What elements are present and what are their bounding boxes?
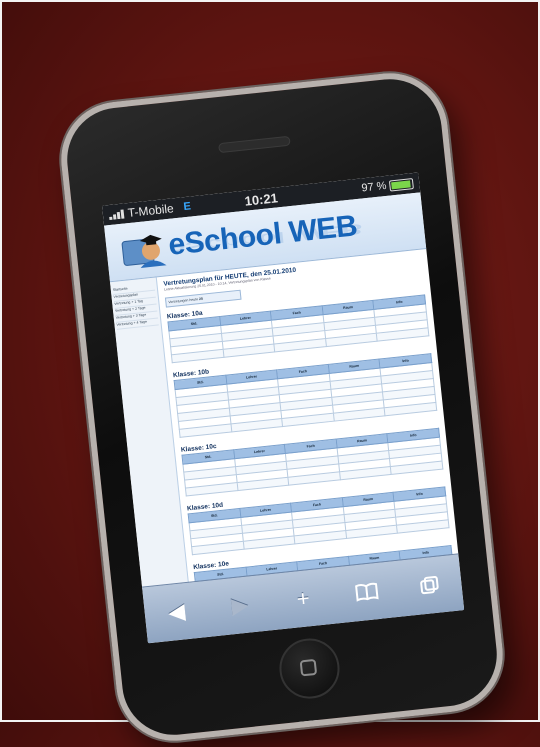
graduate-logo-icon [121, 234, 167, 269]
phone: T-Mobile E 10:21 97 % eSchool WEB eSchoo… [55, 67, 509, 747]
class-schedules: Klasse: 10a Std. Lehrer Fach Raum Info Klasse:… [167, 286, 459, 584]
forward-icon: ▶ [230, 591, 250, 619]
home-button[interactable] [276, 635, 343, 702]
main-content: Vertretungsplan für HEUTE, den 25.01.201… [157, 249, 459, 584]
page-content: Startseite Vertretungsplan Vertretung + … [110, 249, 458, 589]
bookmarks-button[interactable] [350, 576, 383, 609]
add-bookmark-button[interactable]: + [287, 582, 320, 615]
back-icon: ◀ [166, 598, 187, 625]
phone-screen: T-Mobile E 10:21 97 % eSchool WEB eSchoo… [101, 172, 465, 644]
earpiece-speaker [218, 135, 291, 154]
filter-label: Vertretungen heute [168, 297, 199, 305]
back-button[interactable]: ◀ [160, 596, 193, 629]
home-square-icon [299, 658, 318, 677]
add-icon: + [295, 585, 311, 612]
pages-icon [420, 575, 439, 595]
forward-button[interactable]: ▶ [223, 589, 256, 622]
bookmarks-icon [354, 582, 379, 602]
filter-bar[interactable]: Vertretungen heute 25 [164, 289, 242, 308]
filter-count: 25 [198, 296, 204, 302]
pages-button[interactable] [413, 569, 446, 602]
